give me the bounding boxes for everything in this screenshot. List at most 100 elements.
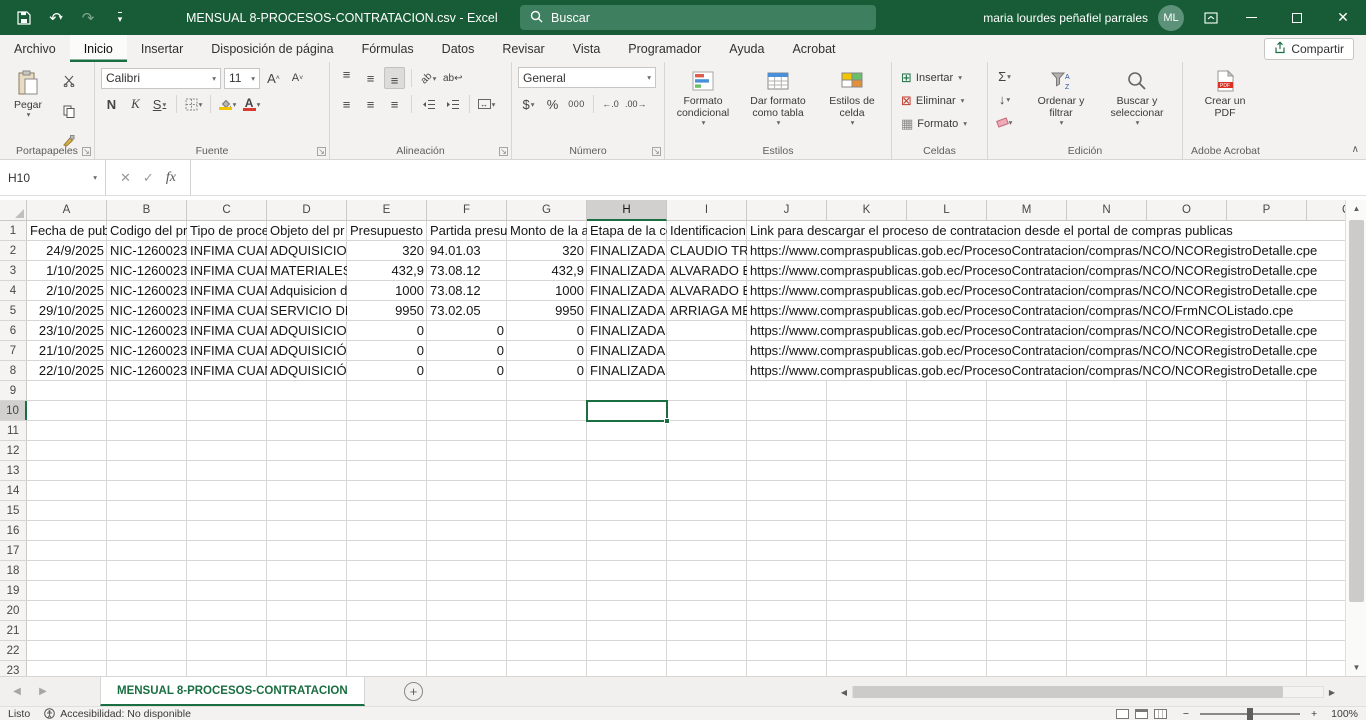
zoom-in-icon[interactable]: + [1311, 708, 1317, 720]
row-header-6[interactable]: 6 [0, 321, 27, 340]
cell-D1[interactable]: Objeto del pr [267, 221, 347, 240]
maximize-button[interactable] [1274, 0, 1320, 35]
sheet-tab-active[interactable]: MENSUAL 8-PROCESOS-CONTRATACION [100, 677, 365, 706]
cell-F4[interactable]: 73.08.12 [427, 281, 507, 300]
increase-indent-icon[interactable] [442, 93, 463, 115]
wrap-text-icon[interactable]: ab↩ [442, 67, 464, 89]
column-header-C[interactable]: C [187, 200, 267, 221]
tab-inicio[interactable]: Inicio [70, 35, 127, 62]
column-header-B[interactable]: B [107, 200, 187, 221]
bold-button[interactable]: N [101, 93, 122, 115]
row-header-18[interactable]: 18 [0, 561, 27, 580]
alignment-dialog-launcher-icon[interactable]: ↘ [499, 147, 508, 156]
cell-C6[interactable]: INFIMA CUANTIA [187, 321, 267, 340]
cell-E4[interactable]: 1000 [347, 281, 427, 300]
cell-B7[interactable]: NIC-1260023 [107, 341, 187, 360]
cell-E1[interactable]: Presupuesto r [347, 221, 427, 240]
cell-I1[interactable]: Identificacion [667, 221, 747, 240]
row-header-15[interactable]: 15 [0, 501, 27, 520]
cell-H5[interactable]: FINALIZADA [587, 301, 667, 320]
cell-C8[interactable]: INFIMA CUANTIA [187, 361, 267, 380]
format-cells-button[interactable]: ▦Formato▾ [898, 113, 970, 134]
row-header-4[interactable]: 4 [0, 281, 27, 300]
cell-B6[interactable]: NIC-1260023 [107, 321, 187, 340]
cell-E2[interactable]: 320 [347, 241, 427, 260]
cell-A1[interactable]: Fecha de publ [27, 221, 107, 240]
vertical-scrollbar[interactable]: ▲ ▼ [1345, 200, 1366, 676]
page-break-view-icon[interactable] [1154, 709, 1167, 719]
copy-icon[interactable] [58, 100, 79, 122]
row-header-20[interactable]: 20 [0, 601, 27, 620]
cell-B5[interactable]: NIC-1260023 [107, 301, 187, 320]
scroll-left-icon[interactable]: ◀ [836, 684, 852, 700]
minimize-button[interactable] [1228, 0, 1274, 35]
cell-G8[interactable]: 0 [507, 361, 587, 380]
clear-icon[interactable]: ▾ [994, 113, 1015, 132]
collapse-ribbon-icon[interactable]: ∧ [1352, 144, 1359, 155]
increase-decimal-icon[interactable]: ←.0 [600, 93, 621, 115]
delete-cells-button[interactable]: ⊠Eliminar▾ [898, 90, 970, 111]
font-color-icon[interactable]: A▾ [241, 93, 262, 115]
column-header-D[interactable]: D [267, 200, 347, 221]
cell-B8[interactable]: NIC-1260023 [107, 361, 187, 380]
align-bottom-icon[interactable]: ≡ [384, 67, 405, 89]
borders-icon[interactable]: ▾ [183, 93, 204, 115]
cell-C3[interactable]: INFIMA CUANTIA [187, 261, 267, 280]
cell-G4[interactable]: 1000 [507, 281, 587, 300]
cell-A5[interactable]: 29/10/2025 [27, 301, 107, 320]
cell-A3[interactable]: 1/10/2025 [27, 261, 107, 280]
cell-E3[interactable]: 432,9 [347, 261, 427, 280]
user-name[interactable]: maria lourdes peñafiel parrales [983, 11, 1148, 25]
autosum-icon[interactable]: Σ▾ [994, 67, 1015, 86]
cell-H3[interactable]: FINALIZADA [587, 261, 667, 280]
close-button[interactable]: ✕ [1320, 0, 1366, 35]
align-top-icon[interactable]: ≡ [336, 67, 357, 89]
tab-disposición-de-página[interactable]: Disposición de página [197, 35, 347, 62]
column-header-M[interactable]: M [987, 200, 1067, 221]
clipboard-dialog-launcher-icon[interactable]: ↘ [82, 147, 91, 156]
zoom-out-icon[interactable]: − [1183, 708, 1189, 720]
column-header-G[interactable]: G [507, 200, 587, 221]
cell-G2[interactable]: 320 [507, 241, 587, 260]
cell-D2[interactable]: ADQUISICION [267, 241, 347, 260]
decrease-indent-icon[interactable] [418, 93, 439, 115]
comma-format-icon[interactable]: 000 [566, 93, 587, 115]
cell-A8[interactable]: 22/10/2025 [27, 361, 107, 380]
row-header-7[interactable]: 7 [0, 341, 27, 360]
cell-F6[interactable]: 0 [427, 321, 507, 340]
cell-G6[interactable]: 0 [507, 321, 587, 340]
decrease-font-icon[interactable]: A˅ [287, 67, 308, 89]
column-header-J[interactable]: J [747, 200, 827, 221]
increase-font-icon[interactable]: A˄ [263, 67, 284, 89]
save-icon[interactable] [10, 4, 38, 32]
cell-I5[interactable]: ARRIAGA ME [667, 301, 747, 320]
find-select-button[interactable]: Buscar y seleccionar▾ [1100, 65, 1174, 128]
cell-G3[interactable]: 432,9 [507, 261, 587, 280]
column-header-Q[interactable]: Q [1307, 200, 1345, 221]
horizontal-scroll-thumb[interactable] [853, 686, 1283, 698]
column-header-I[interactable]: I [667, 200, 747, 221]
number-format-select[interactable]: General▾ [518, 67, 656, 88]
cell-G7[interactable]: 0 [507, 341, 587, 360]
scroll-right-icon[interactable]: ▶ [1324, 684, 1340, 700]
customize-quick-access-icon[interactable]: ▾ [106, 4, 134, 32]
cell-H7[interactable]: FINALIZADA [587, 341, 667, 360]
sheet-nav-prev-icon[interactable]: ◀ [6, 677, 28, 706]
tab-ayuda[interactable]: Ayuda [715, 35, 778, 62]
align-middle-icon[interactable]: ≡ [360, 67, 381, 89]
scroll-up-icon[interactable]: ▲ [1346, 200, 1366, 217]
enter-icon[interactable]: ✓ [143, 170, 154, 186]
cell-B2[interactable]: NIC-1260023 [107, 241, 187, 260]
row-header-13[interactable]: 13 [0, 461, 27, 480]
cell-C1[interactable]: Tipo de proce [187, 221, 267, 240]
row-header-11[interactable]: 11 [0, 421, 27, 440]
decrease-decimal-icon[interactable]: .00→ [624, 93, 648, 115]
column-header-A[interactable]: A [27, 200, 107, 221]
row-header-12[interactable]: 12 [0, 441, 27, 460]
tab-revisar[interactable]: Revisar [488, 35, 558, 62]
row-header-8[interactable]: 8 [0, 361, 27, 380]
cell-F5[interactable]: 73.02.05 [427, 301, 507, 320]
cell-I2[interactable]: CLAUDIO TRU [667, 241, 747, 260]
cell-H1[interactable]: Etapa de la co [587, 221, 667, 240]
row-header-23[interactable]: 23 [0, 661, 27, 676]
